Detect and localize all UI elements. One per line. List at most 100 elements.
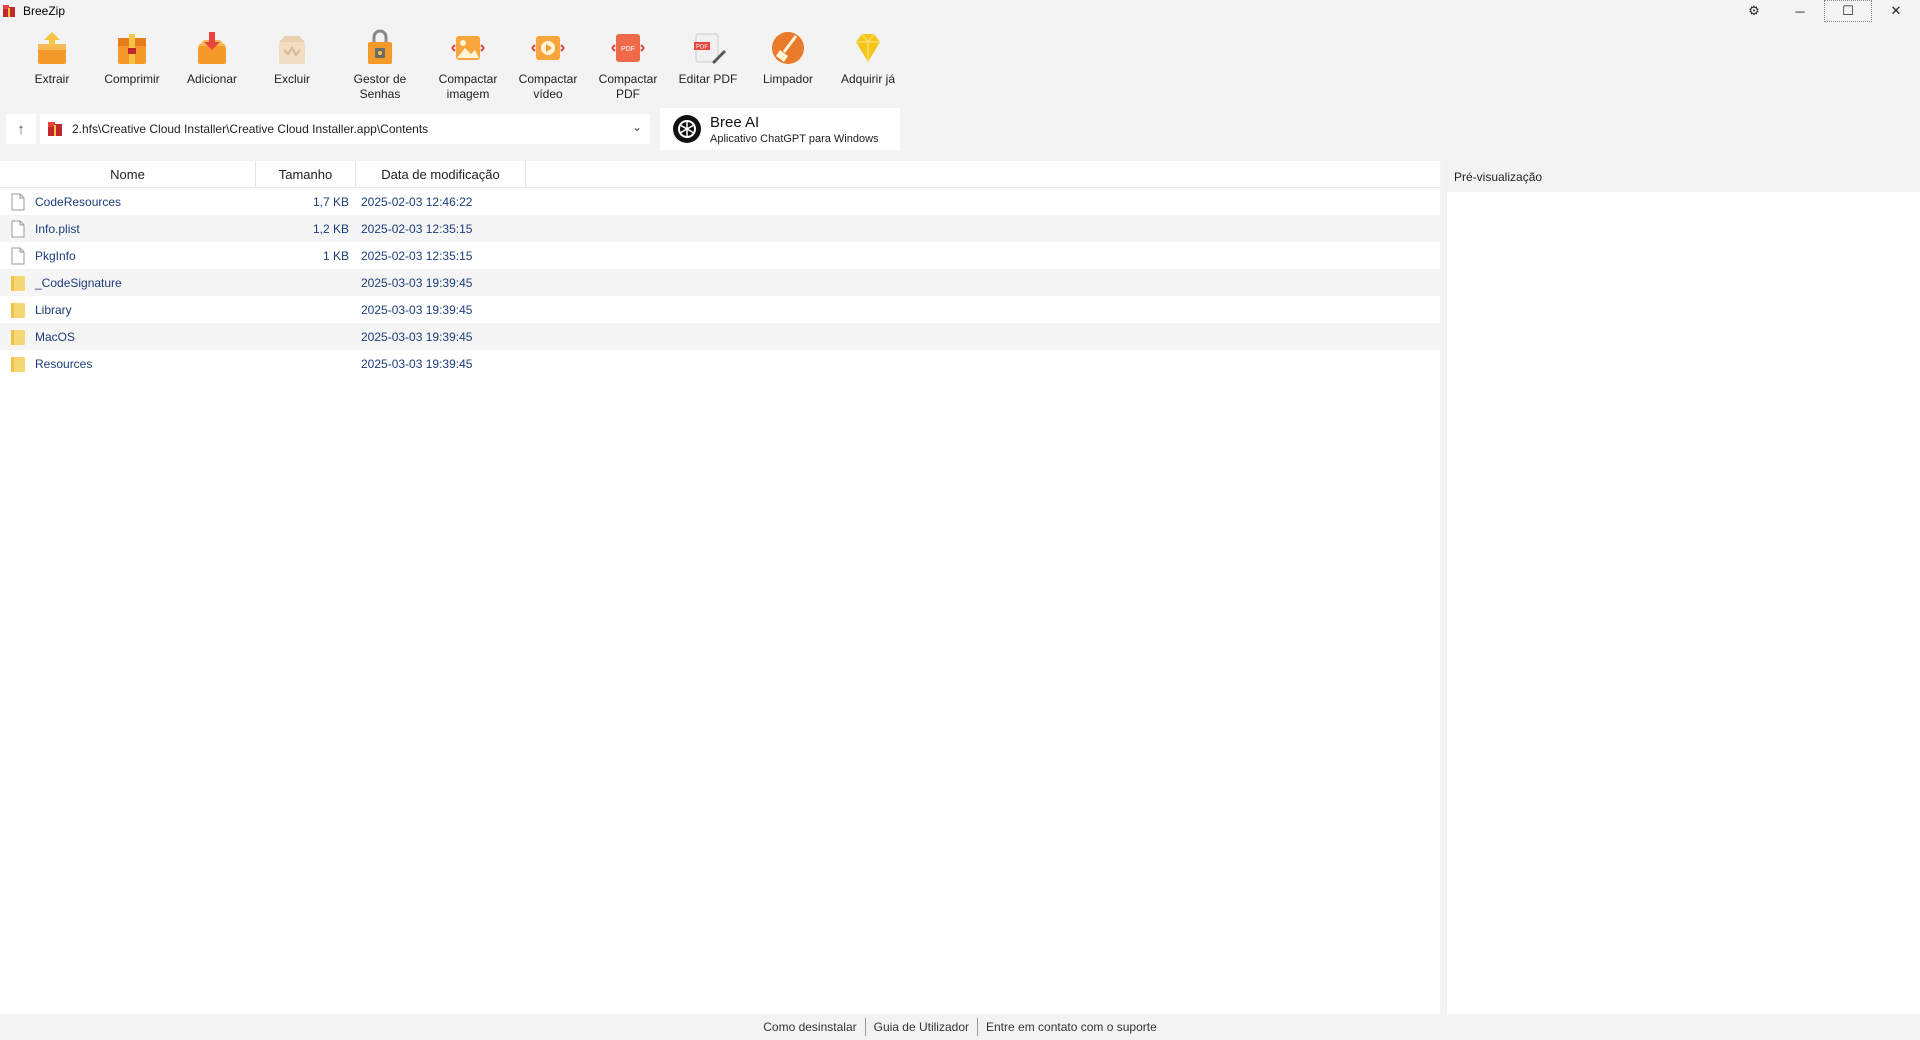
compress-pdf-label: Compactar PDF: [598, 72, 658, 101]
edit-pdf-badge: PDF: [696, 45, 708, 51]
file-name-cell: Info.plist: [0, 220, 256, 238]
user-guide-link[interactable]: Guia de Utilizador: [866, 1020, 977, 1034]
file-name: _CodeSignature: [35, 275, 122, 290]
add-label: Adicionar: [186, 72, 238, 86]
file-name: PkgInfo: [35, 248, 76, 263]
file-rows: CodeResources 1,7 KB 2025-02-03 12:46:22 In…: [0, 188, 1440, 377]
file-name-cell: CodeResources: [0, 193, 256, 211]
cleaner-button[interactable]: Limpador: [748, 22, 828, 106]
compress-pdf-icon: PDF: [611, 34, 645, 62]
title-bar: BreeZip ⚙ ─ ☐ ✕: [0, 0, 1920, 22]
file-date: 2025-03-03 19:39:45: [361, 356, 473, 371]
maximize-button[interactable]: ☐: [1824, 0, 1872, 22]
edit-pdf-button[interactable]: PDF Editar PDF: [668, 22, 748, 106]
add-button[interactable]: Adicionar: [172, 22, 252, 106]
file-date: 2025-02-03 12:35:15: [361, 248, 473, 263]
extract-icon: [38, 32, 66, 64]
file-name: Library: [35, 302, 72, 317]
delete-button[interactable]: Excluir: [252, 22, 332, 106]
compress-icon: [118, 34, 146, 64]
folder-icon: [11, 356, 25, 372]
buy-now-label: Adquirir já: [840, 72, 896, 86]
compress-pdf-button[interactable]: PDF Compactar PDF: [588, 22, 668, 106]
table-row[interactable]: MacOS 2025-03-03 19:39:45: [0, 323, 1440, 350]
bree-ai-banner[interactable]: Bree AI Aplicativo ChatGPT para Windows: [660, 108, 900, 150]
bree-ai-title: Bree AI: [710, 113, 760, 131]
file-list-header: Nome Tamanho Data de modificação: [0, 161, 1440, 188]
compress-image-button[interactable]: Compactar imagem: [428, 22, 508, 106]
file-icon: [11, 220, 25, 237]
preview-title: Pré-visualização: [1447, 161, 1920, 192]
footer: Como desinstalar Guia de Utilizador Entr…: [0, 1014, 1920, 1040]
password-manager-label: Gestor de Senhas: [353, 72, 407, 101]
file-name-cell: PkgInfo: [0, 247, 256, 265]
table-row[interactable]: _CodeSignature 2025-03-03 19:39:45: [0, 269, 1440, 296]
compress-label: Comprimir: [104, 72, 160, 86]
file-icon: [11, 247, 25, 264]
minimize-button[interactable]: ─: [1776, 0, 1824, 22]
file-name: Resources: [35, 356, 93, 371]
file-name-cell: Library: [0, 301, 256, 319]
table-row[interactable]: Resources 2025-03-03 19:39:45: [0, 350, 1440, 377]
column-name-header[interactable]: Nome: [0, 161, 256, 187]
file-name-cell: _CodeSignature: [0, 274, 256, 292]
file-date: 2025-03-03 19:39:45: [361, 302, 473, 317]
breezip-logo-icon: [3, 5, 15, 17]
chevron-down-icon[interactable]: ⌄: [632, 120, 642, 134]
archive-icon: [48, 122, 62, 136]
file-list: Nome Tamanho Data de modificação CodeRes…: [0, 161, 1440, 1014]
bree-ai-subtitle: Aplicativo ChatGPT para Windows: [710, 132, 879, 145]
folder-icon: [11, 275, 25, 291]
settings-gear-icon[interactable]: ⚙: [1740, 0, 1768, 22]
address-row: ↑ 2.hfs\Creative Cloud Installer\Creativ…: [0, 108, 1920, 152]
file-size: 1,2 KB: [312, 221, 349, 236]
table-row[interactable]: PkgInfo 1 KB 2025-02-03 12:35:15: [0, 242, 1440, 269]
file-name-cell: MacOS: [0, 328, 256, 346]
compress-image-icon: [451, 36, 485, 60]
cleaner-icon: [772, 32, 804, 64]
file-size: 1,7 KB: [312, 194, 349, 209]
file-name: MacOS: [35, 329, 76, 344]
table-row[interactable]: CodeResources 1,7 KB 2025-02-03 12:46:22: [0, 188, 1440, 215]
compress-button[interactable]: Comprimir: [92, 22, 172, 106]
extract-label: Extrair: [34, 72, 70, 86]
password-manager-button[interactable]: Gestor de Senhas: [332, 22, 428, 106]
path-text: 2.hfs\Creative Cloud Installer\Creative …: [72, 122, 429, 136]
password-manager-icon: [368, 29, 392, 64]
preview-pane: Pré-visualização: [1446, 161, 1920, 1014]
compress-pdf-badge: PDF: [621, 46, 635, 53]
file-size: 1 KB: [322, 248, 349, 263]
buy-now-button[interactable]: Adquirir já: [828, 22, 908, 106]
path-bar[interactable]: 2.hfs\Creative Cloud Installer\Creative …: [40, 114, 650, 144]
close-button[interactable]: ✕: [1872, 0, 1920, 22]
column-date-header[interactable]: Data de modificação: [356, 161, 526, 187]
table-row[interactable]: Library 2025-03-03 19:39:45: [0, 296, 1440, 323]
file-date: 2025-02-03 12:35:15: [361, 221, 473, 236]
folder-icon: [11, 329, 25, 345]
window-controls: ⚙ ─ ☐ ✕: [1740, 0, 1920, 22]
delete-label: Excluir: [273, 72, 310, 86]
add-icon: [198, 32, 226, 64]
extract-button[interactable]: Extrair: [12, 22, 92, 106]
contact-support-link[interactable]: Entre em contato com o suporte: [978, 1020, 1165, 1034]
column-size-header[interactable]: Tamanho: [256, 161, 356, 187]
file-icon: [11, 193, 25, 210]
file-date: 2025-02-03 12:46:22: [361, 194, 473, 209]
edit-pdf-label: Editar PDF: [678, 72, 738, 86]
file-name-cell: Resources: [0, 355, 256, 373]
diamond-icon: [856, 33, 880, 62]
file-date: 2025-03-03 19:39:45: [361, 275, 473, 290]
file-date: 2025-03-03 19:39:45: [361, 329, 473, 344]
file-name: Info.plist: [35, 221, 80, 236]
folder-icon: [11, 302, 25, 318]
compress-video-button[interactable]: Compactar vídeo: [508, 22, 588, 106]
chatgpt-logo-icon: [673, 115, 701, 143]
edit-pdf-icon: PDF: [694, 33, 726, 64]
cleaner-label: Limpador: [762, 72, 814, 86]
compress-video-icon: [531, 36, 565, 60]
delete-icon: [279, 36, 305, 64]
uninstall-link[interactable]: Como desinstalar: [755, 1020, 864, 1034]
compress-image-label: Compactar imagem: [438, 72, 498, 101]
up-arrow-icon[interactable]: ↑: [6, 114, 36, 144]
table-row[interactable]: Info.plist 1,2 KB 2025-02-03 12:35:15: [0, 215, 1440, 242]
